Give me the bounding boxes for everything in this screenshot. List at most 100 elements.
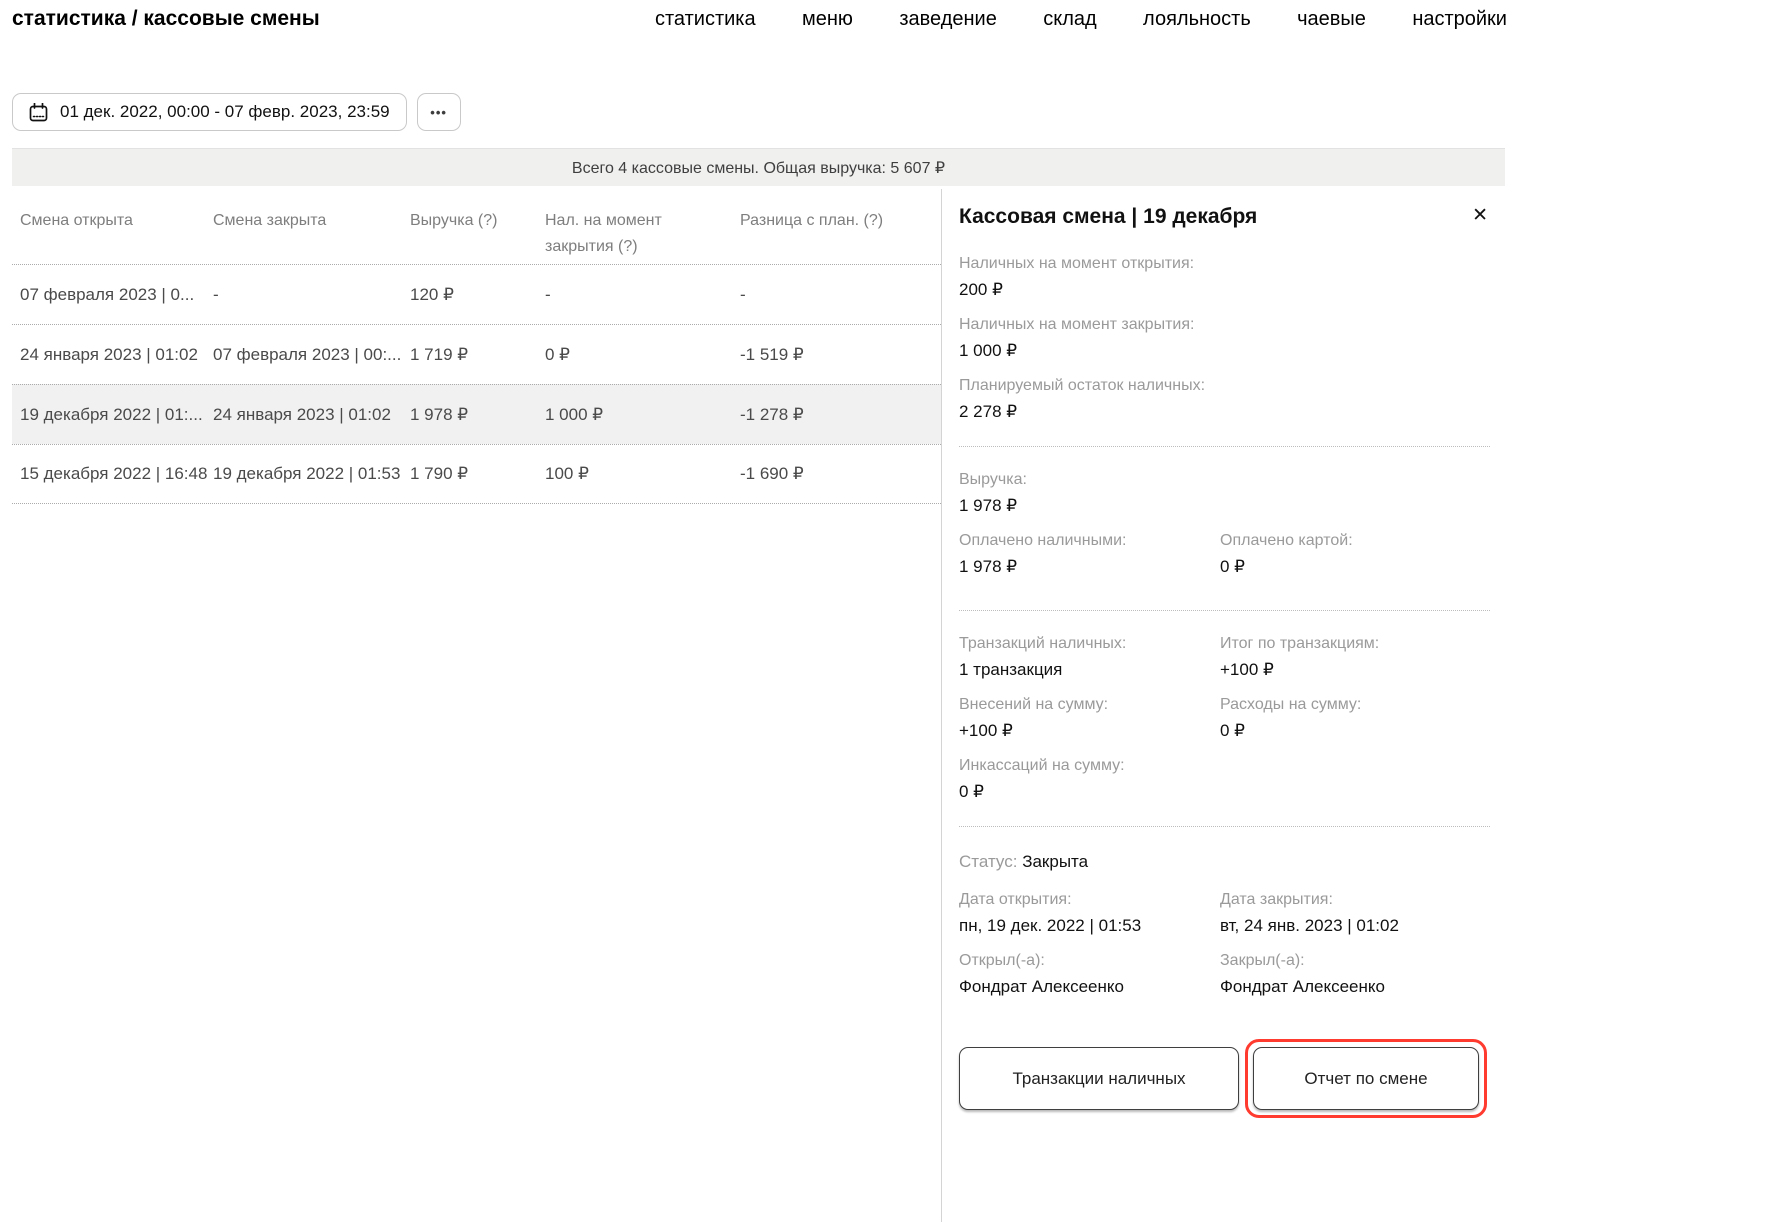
cell-shift-closed: - xyxy=(213,285,410,305)
field-transactions-total: Итог по транзакциям: +100 ₽ xyxy=(1220,631,1490,683)
status-label: Статус: xyxy=(959,852,1017,871)
ellipsis-icon: ••• xyxy=(430,105,447,120)
column-header-revenue: Выручка (?) xyxy=(410,208,545,234)
cell-revenue: 1 790 ₽ xyxy=(410,464,545,484)
field-label: Планируемый остаток наличных: xyxy=(959,373,1490,399)
field-value: 1 978 ₽ xyxy=(959,493,1490,519)
field-value: +100 ₽ xyxy=(1220,657,1490,683)
field-label: Инкассаций на сумму: xyxy=(959,753,1490,779)
shift-report-button[interactable]: Отчет по смене xyxy=(1253,1047,1479,1110)
field-value: вт, 24 янв. 2023 | 01:02 xyxy=(1220,913,1490,939)
field-revenue: Выручка: 1 978 ₽ xyxy=(959,467,1490,519)
field-label: Выручка: xyxy=(959,467,1490,493)
more-options-button[interactable]: ••• xyxy=(417,93,461,131)
nav-item-warehouse[interactable]: склад xyxy=(1043,8,1096,31)
field-opened-by: Открыл(-а): Фондрат Алексеенко xyxy=(959,948,1220,1000)
table-row[interactable]: 15 декабря 2022 | 16:48 19 декабря 2022 … xyxy=(12,444,941,504)
cell-cash-at-close: - xyxy=(545,285,740,305)
summary-bar: Всего 4 кассовые смены. Общая выручка: 5… xyxy=(12,148,1505,186)
field-label: Закрыл(-а): xyxy=(1220,948,1490,974)
field-value: 0 ₽ xyxy=(1220,718,1490,744)
cell-diff-with-plan: - xyxy=(740,285,941,305)
cell-shift-opened: 19 декабря 2022 | 01:... xyxy=(20,405,213,425)
field-collections: Инкассаций на сумму: 0 ₽ xyxy=(959,753,1490,805)
table-row[interactable]: 24 января 2023 | 01:02 07 февраля 2023 |… xyxy=(12,324,941,384)
nav-item-settings[interactable]: настройки xyxy=(1412,8,1507,31)
field-label: Дата закрытия: xyxy=(1220,887,1490,913)
calendar-icon xyxy=(29,103,48,122)
field-label: Расходы на сумму: xyxy=(1220,692,1490,718)
field-value: Фондрат Алексеенко xyxy=(1220,974,1490,1000)
nav-item-tips[interactable]: чаевые xyxy=(1297,8,1366,31)
field-expenses: Расходы на сумму: 0 ₽ xyxy=(1220,692,1490,744)
field-label: Дата открытия: xyxy=(959,887,1220,913)
field-label: Внесений на сумму: xyxy=(959,692,1220,718)
nav-item-menu[interactable]: меню xyxy=(802,8,853,31)
field-deposits: Внесений на сумму: +100 ₽ xyxy=(959,692,1220,744)
table-row[interactable]: 07 февраля 2023 | 0... - 120 ₽ - - xyxy=(12,264,941,324)
nav-item-venue[interactable]: заведение xyxy=(899,8,997,31)
panel-title: Кассовая смена | 19 декабря xyxy=(959,205,1257,229)
toolbar: 01 дек. 2022, 00:00 - 07 февр. 2023, 23:… xyxy=(12,93,461,131)
date-range-label: 01 дек. 2022, 00:00 - 07 февр. 2023, 23:… xyxy=(60,102,390,122)
breadcrumb: статистика / кассовые смены xyxy=(12,7,320,31)
field-label: Транзакций наличных: xyxy=(959,631,1220,657)
column-header-shift-closed: Смена закрыта xyxy=(213,208,410,234)
table-row-selected[interactable]: 19 декабря 2022 | 01:... 24 января 2023 … xyxy=(12,384,941,444)
cash-transactions-button[interactable]: Транзакции наличных xyxy=(959,1047,1239,1110)
cell-diff-with-plan: -1 690 ₽ xyxy=(740,464,941,484)
divider xyxy=(959,446,1490,447)
field-value: пн, 19 дек. 2022 | 01:53 xyxy=(959,913,1220,939)
divider xyxy=(959,826,1490,827)
field-value: 1 000 ₽ xyxy=(959,338,1490,364)
cell-shift-opened: 15 декабря 2022 | 16:48 xyxy=(20,464,213,484)
cell-revenue: 1 978 ₽ xyxy=(410,405,545,425)
field-label: Наличных на момент открытия: xyxy=(959,251,1490,277)
status-badge: Закрыта xyxy=(1022,852,1088,871)
field-cash-transactions: Транзакций наличных: 1 транзакция xyxy=(959,631,1220,683)
cell-shift-closed: 24 января 2023 | 01:02 xyxy=(213,405,410,425)
cell-revenue: 1 719 ₽ xyxy=(410,345,545,365)
field-value: 1 транзакция xyxy=(959,657,1220,683)
field-cash-at-close: Наличных на момент закрытия: 1 000 ₽ xyxy=(959,312,1490,364)
cell-diff-with-plan: -1 278 ₽ xyxy=(740,405,941,425)
field-paid-cash: Оплачено наличными: 1 978 ₽ xyxy=(959,528,1220,580)
field-cash-at-open: Наличных на момент открытия: 200 ₽ xyxy=(959,251,1490,303)
column-header-shift-opened: Смена открыта xyxy=(20,208,213,234)
field-value: Фондрат Алексеенко xyxy=(959,974,1220,1000)
top-nav: статистика меню заведение склад лояльнос… xyxy=(655,8,1507,31)
highlight-annotation: Отчет по смене xyxy=(1245,1039,1487,1118)
nav-item-loyalty[interactable]: лояльность xyxy=(1143,8,1251,31)
shifts-table: Смена открыта Смена закрыта Выручка (?) … xyxy=(12,188,941,504)
field-paid-card: Оплачено картой: 0 ₽ xyxy=(1220,528,1490,580)
table-header-row: Смена открыта Смена закрыта Выручка (?) … xyxy=(12,188,941,264)
summary-text: Всего 4 кассовые смены. Общая выручка: 5… xyxy=(572,158,945,178)
cell-shift-closed: 19 декабря 2022 | 01:53 xyxy=(213,464,410,484)
field-closed-by: Закрыл(-а): Фондрат Алексеенко xyxy=(1220,948,1490,1000)
nav-item-statistics[interactable]: статистика xyxy=(655,8,756,31)
field-value: 0 ₽ xyxy=(959,779,1490,805)
status-line: Статус: Закрыта xyxy=(959,847,1490,877)
divider xyxy=(959,610,1490,611)
cell-shift-opened: 24 января 2023 | 01:02 xyxy=(20,345,213,365)
field-planned-cash: Планируемый остаток наличных: 2 278 ₽ xyxy=(959,373,1490,425)
cell-shift-closed: 07 февраля 2023 | 00:... xyxy=(213,345,410,365)
field-value: +100 ₽ xyxy=(959,718,1220,744)
field-value: 0 ₽ xyxy=(1220,554,1490,580)
cell-shift-opened: 07 февраля 2023 | 0... xyxy=(20,285,213,305)
field-label: Оплачено наличными: xyxy=(959,528,1220,554)
shift-details-panel: Кассовая смена | 19 декабря ✕ Наличных н… xyxy=(941,189,1507,1222)
field-label: Оплачено картой: xyxy=(1220,528,1490,554)
date-range-picker[interactable]: 01 дек. 2022, 00:00 - 07 февр. 2023, 23:… xyxy=(12,93,407,131)
field-value: 200 ₽ xyxy=(959,277,1490,303)
cell-cash-at-close: 1 000 ₽ xyxy=(545,405,740,425)
field-date-opened: Дата открытия: пн, 19 дек. 2022 | 01:53 xyxy=(959,887,1220,939)
close-icon[interactable]: ✕ xyxy=(1470,205,1490,226)
column-header-cash-at-close: Нал. на момент закрытия (?) xyxy=(545,208,740,260)
cell-diff-with-plan: -1 519 ₽ xyxy=(740,345,941,365)
field-value: 2 278 ₽ xyxy=(959,399,1490,425)
field-value: 1 978 ₽ xyxy=(959,554,1220,580)
field-label: Наличных на момент закрытия: xyxy=(959,312,1490,338)
cell-cash-at-close: 100 ₽ xyxy=(545,464,740,484)
field-label: Открыл(-а): xyxy=(959,948,1220,974)
